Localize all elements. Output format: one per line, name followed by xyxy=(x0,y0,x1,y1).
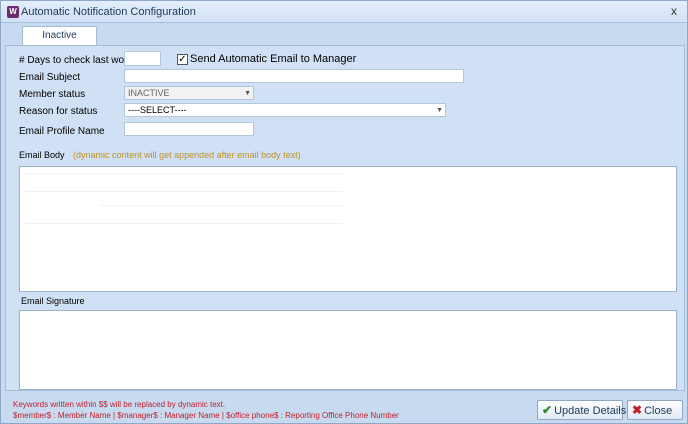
app-icon: W xyxy=(7,6,19,18)
ghost-table-line xyxy=(24,173,342,174)
close-icon[interactable]: x xyxy=(667,4,681,18)
email-body-editor[interactable] xyxy=(19,166,677,292)
check-icon: ✔ xyxy=(542,403,553,417)
window-title: Automatic Notification Configuration xyxy=(21,6,196,18)
subject-label: Email Subject xyxy=(19,72,81,83)
form-panel: # Days to check last worked ✓ Send Autom… xyxy=(5,45,685,391)
title-bar: W Automatic Notification Configuration x xyxy=(1,1,687,23)
days-input[interactable] xyxy=(124,51,161,66)
body-label-text: Email Body xyxy=(19,150,65,160)
keywords-note: Keywords written within $$ will be repla… xyxy=(13,400,226,409)
reason-select[interactable]: ----SELECT---- ▼ xyxy=(124,103,446,117)
chevron-down-icon[interactable]: ▼ xyxy=(436,105,443,116)
send-email-label: Send Automatic Email to Manager xyxy=(190,53,357,65)
profile-label: Email Profile Name xyxy=(19,126,105,137)
ghost-table-line xyxy=(24,223,342,224)
send-email-checkbox[interactable]: ✓ xyxy=(177,54,188,65)
tab-inactive-members[interactable]: Inactive Members xyxy=(22,26,97,59)
body-hint: (dynamic content will get appended after… xyxy=(73,150,301,160)
close-label: Close xyxy=(644,405,673,417)
status-label: Member status xyxy=(19,89,86,100)
update-details-button[interactable]: ✔ Update Details xyxy=(537,400,627,420)
profile-input[interactable] xyxy=(124,122,254,136)
subject-input[interactable] xyxy=(124,69,464,83)
dialog-window: W Automatic Notification Configuration x… xyxy=(0,0,688,424)
reason-label: Reason for status xyxy=(19,106,98,117)
chevron-down-icon: ▼ xyxy=(244,90,251,97)
body-label: Email Body (dynamic content will get app… xyxy=(19,150,301,160)
reason-value: ----SELECT---- xyxy=(128,105,187,115)
ghost-table-line xyxy=(24,191,342,192)
x-icon: ✖ xyxy=(632,403,643,417)
keywords-list: $member$ : Member Name | $manager$ : Man… xyxy=(13,411,399,420)
close-button[interactable]: ✖ Close xyxy=(627,400,683,420)
signature-label: Email Signature xyxy=(21,296,85,306)
update-details-label: Update Details xyxy=(554,405,627,417)
email-signature-editor[interactable] xyxy=(19,310,677,390)
status-value: INACTIVE xyxy=(128,88,170,98)
ghost-table-line xyxy=(100,205,342,206)
status-select: INACTIVE ▼ xyxy=(124,86,254,100)
